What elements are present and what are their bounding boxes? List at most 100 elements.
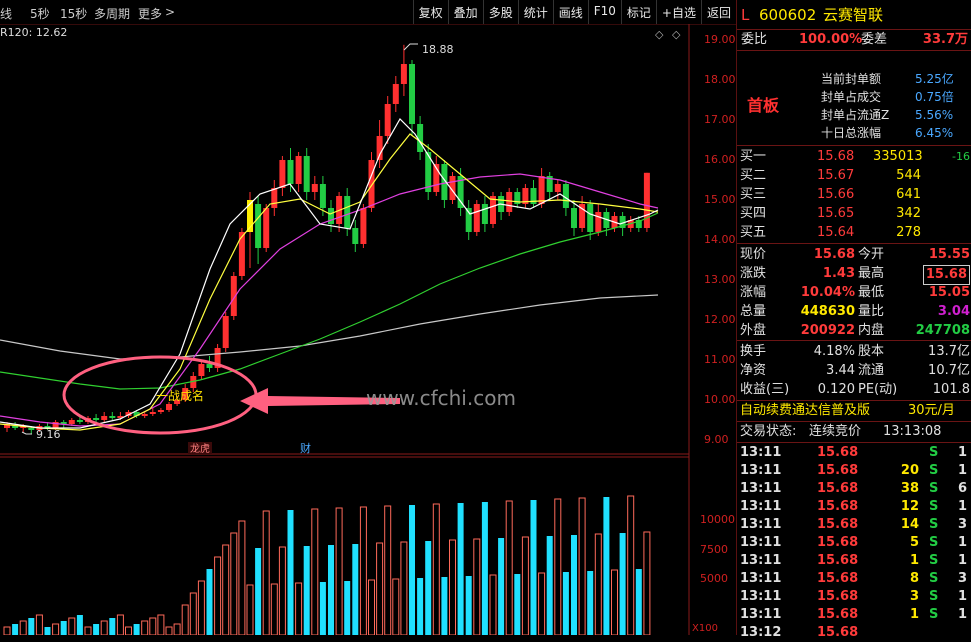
volume-bar xyxy=(546,536,553,635)
fund-label: 流通 xyxy=(858,363,885,378)
tick-row[interactable]: 13:11 15.68 14 S 3 xyxy=(737,516,971,534)
tag-longhu[interactable]: 龙虎 xyxy=(190,440,210,455)
kline-chart[interactable] xyxy=(0,24,736,635)
volume-bar xyxy=(571,535,577,635)
mark-button[interactable]: 标记 xyxy=(620,0,656,24)
candle-body xyxy=(287,160,294,184)
overlay-button[interactable]: 叠加 xyxy=(447,0,483,24)
tick-row[interactable]: 13:11 15.68 1 S 1 xyxy=(737,606,971,624)
high-price-label: 18.88 xyxy=(422,43,454,56)
status-time: 13:13:08 xyxy=(883,424,942,439)
candle-body xyxy=(198,364,205,376)
price-tick: 16.00 xyxy=(704,153,736,166)
tab-15s[interactable]: 15秒 xyxy=(60,5,87,22)
tick-time: 13:11 xyxy=(740,607,782,622)
draw-line-button[interactable]: 画线 xyxy=(552,0,588,24)
volume-bar xyxy=(157,614,165,635)
tick-row[interactable]: 13:11 15.68 5 S 1 xyxy=(737,534,971,552)
multi-stock-button[interactable]: 多股 xyxy=(482,0,518,24)
tick-volume: 38 xyxy=(900,481,919,496)
stock-name[interactable]: 云赛智联 xyxy=(823,6,883,24)
tick-time: 13:11 xyxy=(740,463,782,478)
volume-bar xyxy=(3,626,11,635)
tab-more[interactable]: 更多 xyxy=(138,5,162,22)
volume-bar xyxy=(28,618,35,635)
tick-row[interactable]: 13:12 15.68 xyxy=(737,624,971,642)
tick-side: S xyxy=(929,445,939,460)
tab-multi-period[interactable]: 多周期 xyxy=(94,5,130,22)
stock-code[interactable]: 600602 xyxy=(759,6,816,24)
tick-side: S xyxy=(929,481,939,496)
volume-tick: 5000 xyxy=(700,572,728,585)
tick-row[interactable]: 13:11 15.68 S 1 xyxy=(737,444,971,462)
tick-row[interactable]: 13:11 15.68 1 S 1 xyxy=(737,552,971,570)
volume-bar xyxy=(287,510,294,635)
volume-bar xyxy=(562,572,569,635)
volume-bar xyxy=(400,541,408,635)
orderbook-row[interactable]: 买一 15.68 335013 -16 xyxy=(737,148,971,166)
tick-count: 1 xyxy=(958,607,968,622)
volume-bar xyxy=(84,626,92,635)
tag-cai[interactable]: 财 xyxy=(300,440,311,456)
tick-row[interactable]: 13:11 15.68 20 S 1 xyxy=(737,462,971,480)
tick-row[interactable]: 13:11 15.68 12 S 1 xyxy=(737,498,971,516)
candle-body xyxy=(319,184,326,208)
tab-5s[interactable]: 5秒 xyxy=(30,5,50,22)
orderbook-row[interactable]: 买三 15.66 641 xyxy=(737,186,971,204)
orderbook-row[interactable]: 买五 15.64 278 xyxy=(737,224,971,242)
tab-daily[interactable]: 线 xyxy=(0,5,12,22)
tick-count: 3 xyxy=(958,517,968,532)
stats-value: 15.68 xyxy=(922,265,970,285)
stats-row: 外盘 200922 内盘 247708 xyxy=(737,322,971,340)
stats-value: 1.43 xyxy=(822,266,855,281)
promo-price[interactable]: 30元/月 xyxy=(908,402,955,420)
stats-value: 15.55 xyxy=(928,247,970,262)
back-button[interactable]: 返回 xyxy=(700,0,736,24)
fund-label: 股本 xyxy=(858,344,885,359)
volume-bar xyxy=(19,620,27,635)
tick-price: 15.68 xyxy=(817,463,859,478)
orderbook-row[interactable]: 买二 15.67 544 xyxy=(737,167,971,185)
tick-row[interactable]: 13:11 15.68 8 S 3 xyxy=(737,570,971,588)
volume-bar xyxy=(116,614,124,635)
add-watchlist-button[interactable]: +自选 xyxy=(655,0,701,24)
promo-text[interactable]: 自动续费通达信普及版 xyxy=(740,402,870,420)
stats-button[interactable]: 统计 xyxy=(517,0,553,24)
watermark: www.cfchi.com xyxy=(366,386,516,410)
volume-tick: 7500 xyxy=(700,543,728,556)
orderbook-label: 买三 xyxy=(740,187,767,202)
settings-icon[interactable]: ◇ xyxy=(672,28,680,41)
tick-side: S xyxy=(929,535,939,550)
fund-value: 13.7亿 xyxy=(928,344,970,359)
tick-row[interactable]: 13:11 15.68 38 S 6 xyxy=(737,480,971,498)
tick-price: 15.68 xyxy=(817,445,859,460)
fuquan-button[interactable]: 复权 xyxy=(412,0,448,24)
tick-row[interactable]: 13:11 15.68 3 S 1 xyxy=(737,588,971,606)
price-tick: 18.00 xyxy=(704,73,736,86)
volume-bar xyxy=(173,623,181,635)
stats-row: 现价 15.68 今开 15.55 xyxy=(737,246,971,264)
volume-bar xyxy=(643,531,651,635)
tick-time: 13:11 xyxy=(740,553,782,568)
volume-bar xyxy=(328,545,334,635)
stats-label: 涨幅 xyxy=(740,285,767,300)
orderbook-label: 买五 xyxy=(740,225,767,240)
tick-time: 13:11 xyxy=(740,499,782,514)
diamond-icon[interactable]: ◇ xyxy=(655,28,663,41)
tick-price: 15.68 xyxy=(817,571,859,586)
volume-bar xyxy=(627,495,635,635)
volume-bar xyxy=(473,538,481,635)
candle-body xyxy=(149,412,156,414)
f10-button[interactable]: F10 xyxy=(587,0,621,24)
weibi-value: 100.00% xyxy=(799,32,863,47)
tick-count: 1 xyxy=(958,553,968,568)
volume-bar xyxy=(238,520,246,635)
more-arrow-icon[interactable]: > xyxy=(165,5,175,19)
volume-bar xyxy=(457,503,464,635)
candle-body xyxy=(409,64,415,124)
orderbook-row[interactable]: 买四 15.65 342 xyxy=(737,205,971,223)
tick-time: 13:11 xyxy=(740,589,782,604)
annotation-label: 一战成名 xyxy=(156,389,205,403)
orderbook-label: 买一 xyxy=(740,149,767,164)
price-tick: 13.00 xyxy=(704,273,736,286)
